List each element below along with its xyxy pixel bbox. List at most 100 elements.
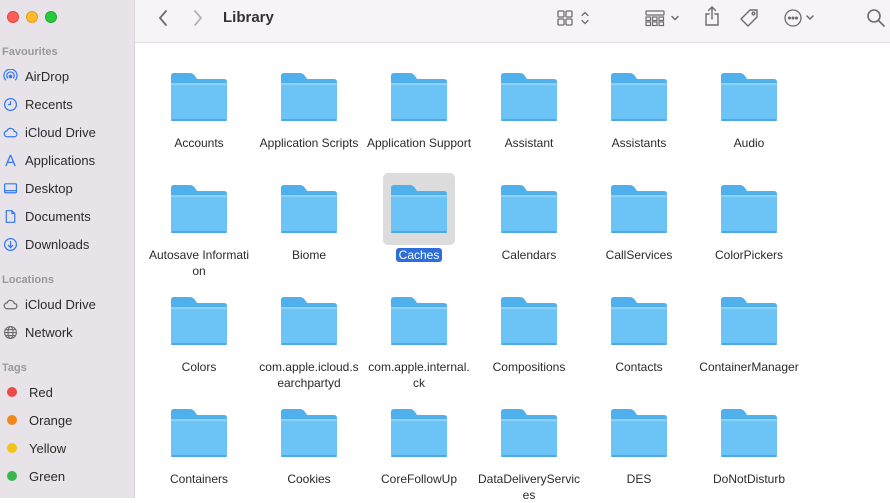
yellow-tag-dot-icon	[7, 443, 17, 453]
folder-item[interactable]: Assistant	[474, 61, 584, 151]
sidebar-item-documents[interactable]: Documents	[2, 206, 91, 226]
folder-icon	[388, 70, 450, 124]
folder-item[interactable]: Biome	[254, 173, 364, 263]
folder-label: Application Scripts	[256, 135, 362, 151]
folder-icon	[718, 70, 780, 124]
folder-icon-wrapper	[273, 397, 345, 469]
folder-item[interactable]: Accounts	[144, 61, 254, 151]
folder-icon	[608, 182, 670, 236]
sidebar-item-recents[interactable]: Recents	[2, 94, 73, 114]
sidebar-tag-orange[interactable]: Orange	[2, 410, 72, 430]
folder-item[interactable]: com.apple.internal.ck	[364, 285, 474, 391]
folder-name: Compositions	[492, 360, 566, 374]
folder-item[interactable]: Assistants	[584, 61, 694, 151]
search-button[interactable]	[866, 8, 886, 28]
folder-icon-wrapper	[383, 285, 455, 357]
sidebar-tag-yellow[interactable]: Yellow	[2, 438, 66, 458]
zoom-window-button[interactable]	[45, 11, 57, 23]
red-tag-dot-icon	[7, 387, 17, 397]
folder-icon	[388, 182, 450, 236]
folder-icon	[278, 70, 340, 124]
sidebar-item-label: Recents	[25, 96, 73, 112]
folder-icon	[608, 406, 670, 460]
sidebar-item-label: iCloud Drive	[25, 124, 96, 140]
folder-item[interactable]: DataDeliveryServices	[474, 397, 584, 503]
folder-item[interactable]: CallServices	[584, 173, 694, 263]
folder-label: com.apple.internal.ck	[366, 359, 472, 391]
sidebar-tag-green[interactable]: Green	[2, 466, 65, 486]
folder-item[interactable]: ContainerManager	[694, 285, 804, 375]
folder-name: Caches	[395, 248, 443, 262]
sidebar-item-network[interactable]: Network	[2, 322, 73, 342]
group-button[interactable]	[645, 8, 683, 28]
folder-label: Colors	[146, 359, 252, 375]
sidebar-item-applications[interactable]: Applications	[2, 150, 95, 170]
folder-item[interactable]: Caches	[364, 173, 474, 263]
folder-name: Cookies	[287, 472, 331, 486]
back-button[interactable]	[157, 8, 169, 28]
folder-item[interactable]: DoNotDisturb	[694, 397, 804, 487]
window-title: Library	[223, 9, 274, 26]
folder-item[interactable]: com.apple.icloud.searchpartyd	[254, 285, 364, 391]
locations-heading: Locations	[2, 274, 54, 286]
folder-item[interactable]: CoreFollowUp	[364, 397, 474, 487]
folder-label: Calendars	[476, 247, 582, 263]
folder-name: com.apple.internal.ck	[368, 360, 470, 390]
folder-name: ContainerManager	[699, 360, 799, 374]
folder-item[interactable]: Contacts	[584, 285, 694, 375]
folder-item[interactable]: Containers	[144, 397, 254, 487]
view-mode-button[interactable]	[557, 8, 591, 28]
folder-icon	[278, 406, 340, 460]
folder-icon-wrapper	[493, 61, 565, 133]
sidebar-item-icloud-drive[interactable]: iCloud Drive	[2, 122, 96, 142]
sidebar-item-label: iCloud Drive	[25, 296, 96, 312]
tag-button[interactable]	[739, 8, 761, 28]
folder-name: Accounts	[174, 136, 224, 150]
folder-item[interactable]: Audio	[694, 61, 804, 151]
sidebar-item-downloads[interactable]: Downloads	[2, 234, 89, 254]
sidebar-item-location-icloud-drive[interactable]: iCloud Drive	[2, 294, 96, 314]
folder-label: ColorPickers	[696, 247, 802, 263]
clock-icon	[2, 96, 18, 112]
folder-item[interactable]: ColorPickers	[694, 173, 804, 263]
forward-button[interactable]	[192, 8, 204, 28]
folder-name: Audio	[733, 136, 765, 150]
document-icon	[2, 208, 18, 224]
sidebar: Favourites AirDrop Recents iCloud Drive …	[0, 0, 135, 498]
folder-icon	[388, 294, 450, 348]
folder-icon	[718, 406, 780, 460]
tags-heading: Tags	[2, 362, 27, 374]
globe-icon	[2, 324, 18, 340]
folder-label: CallServices	[586, 247, 692, 263]
sidebar-item-label: Downloads	[25, 236, 90, 252]
green-tag-dot-icon	[7, 471, 17, 481]
folder-label: Contacts	[586, 359, 692, 375]
folder-icon	[168, 294, 230, 348]
folder-name: Colors	[181, 360, 217, 374]
folder-name: DoNotDisturb	[712, 472, 786, 486]
folder-name: CoreFollowUp	[380, 472, 458, 486]
folder-name: DES	[626, 472, 652, 486]
folder-icon-wrapper	[163, 61, 235, 133]
folder-label: DoNotDisturb	[696, 471, 802, 487]
sidebar-item-desktop[interactable]: Desktop	[2, 178, 73, 198]
folder-icon	[278, 294, 340, 348]
minimize-window-button[interactable]	[26, 11, 38, 23]
folder-icon-wrapper	[163, 173, 235, 245]
close-window-button[interactable]	[7, 11, 19, 23]
sidebar-item-label: Yellow	[29, 440, 67, 456]
folder-item[interactable]: Cookies	[254, 397, 364, 487]
share-button[interactable]	[703, 6, 721, 26]
folder-icon	[168, 182, 230, 236]
more-actions-button[interactable]	[783, 8, 819, 28]
sidebar-item-airdrop[interactable]: AirDrop	[2, 66, 69, 86]
folder-item[interactable]: Calendars	[474, 173, 584, 263]
sidebar-tag-red[interactable]: Red	[2, 382, 53, 402]
folder-item[interactable]: Application Scripts	[254, 61, 364, 151]
folder-item[interactable]: DES	[584, 397, 694, 487]
folder-item[interactable]: Application Support	[364, 61, 474, 151]
folder-icon	[278, 182, 340, 236]
folder-item[interactable]: Colors	[144, 285, 254, 375]
folder-item[interactable]: Autosave Information	[144, 173, 254, 279]
folder-item[interactable]: Compositions	[474, 285, 584, 375]
